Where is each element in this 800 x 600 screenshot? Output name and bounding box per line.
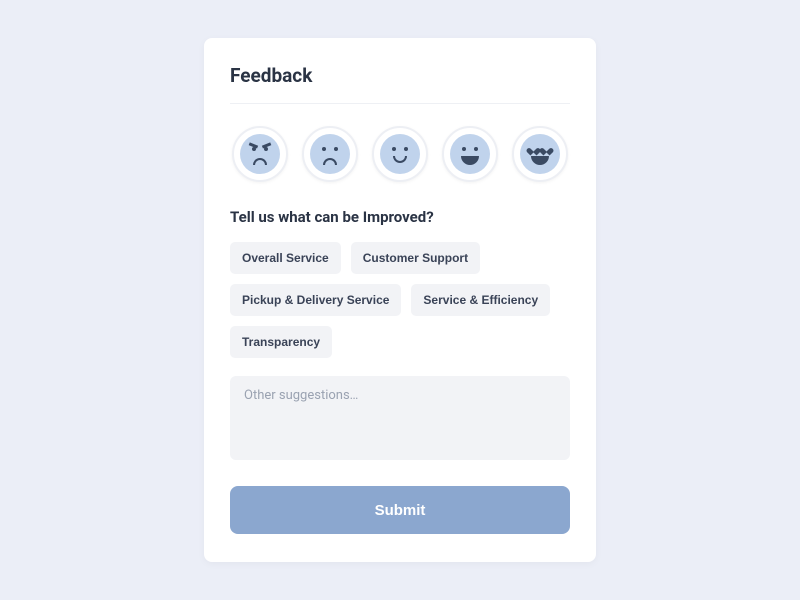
chip-transparency[interactable]: Transparency: [230, 326, 332, 358]
rating-row: [230, 126, 570, 182]
improve-question: Tell us what can be Improved?: [230, 208, 570, 226]
rating-heart-eyes[interactable]: [512, 126, 568, 182]
slight-smile-face-icon: [380, 134, 420, 174]
chip-group: Overall Service Customer Support Pickup …: [230, 242, 570, 358]
feedback-card: Feedback: [204, 38, 596, 562]
rating-slight-smile[interactable]: [372, 126, 428, 182]
suggestions-input[interactable]: [230, 376, 570, 460]
sad-face-icon: [310, 134, 350, 174]
chip-overall-service[interactable]: Overall Service: [230, 242, 341, 274]
rating-big-smile[interactable]: [442, 126, 498, 182]
card-title: Feedback: [230, 64, 570, 104]
chip-service-efficiency[interactable]: Service & Efficiency: [411, 284, 550, 316]
chip-pickup-delivery[interactable]: Pickup & Delivery Service: [230, 284, 401, 316]
heart-eyes-face-icon: [520, 134, 560, 174]
rating-sad[interactable]: [302, 126, 358, 182]
angry-face-icon: [240, 134, 280, 174]
rating-angry[interactable]: [232, 126, 288, 182]
submit-button[interactable]: Submit: [230, 486, 570, 534]
chip-customer-support[interactable]: Customer Support: [351, 242, 480, 274]
big-smile-face-icon: [450, 134, 490, 174]
